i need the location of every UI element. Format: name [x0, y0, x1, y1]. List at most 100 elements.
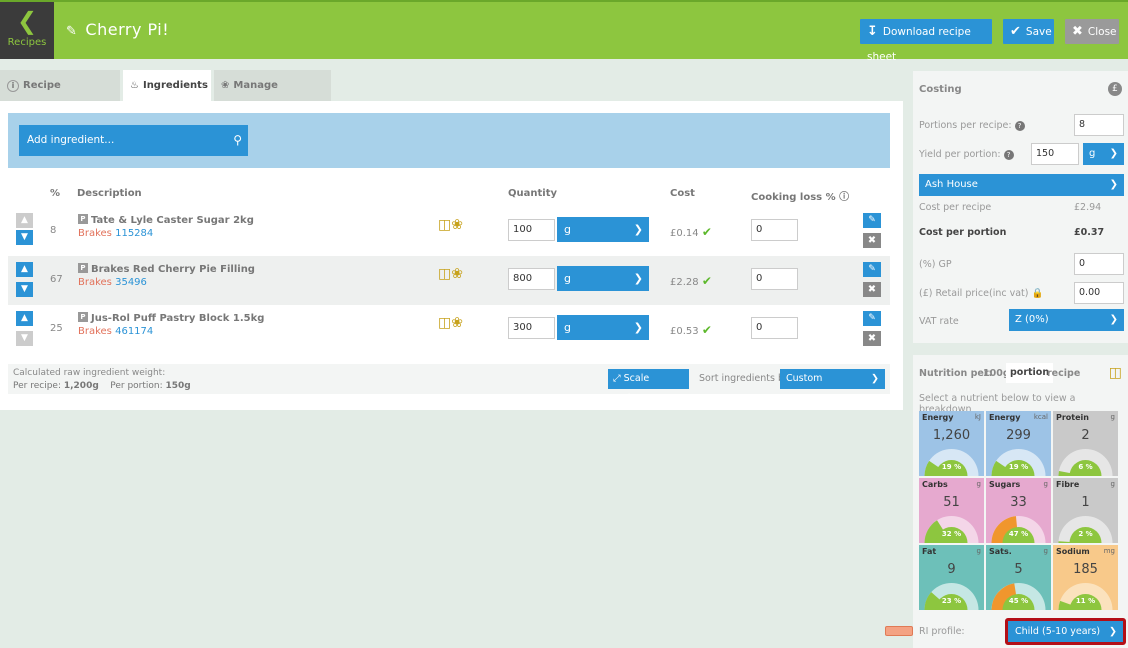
portions-input[interactable]: 8	[1074, 114, 1124, 136]
nutrient-tile-carbs-g[interactable]: Carbs g 51 32 %	[919, 478, 984, 543]
unit-value: g	[564, 272, 571, 285]
cooking-loss-input[interactable]: 0	[751, 268, 798, 290]
nutrient-tile-sugars-g[interactable]: Sugars g 33 47 %	[986, 478, 1051, 543]
yield-input[interactable]: 150	[1031, 143, 1079, 165]
gp-input[interactable]: 0	[1074, 253, 1124, 275]
nutrient-ri-percent: 47 %	[1008, 530, 1029, 538]
unit-select[interactable]: g ❯	[557, 266, 649, 291]
cost-per-portion-value: £0.37	[1074, 227, 1105, 238]
table-row: ▲ ▼ 25 P Jus-Rol Puff Pastry Block 1.5kg…	[8, 305, 890, 354]
nutrition-allergen-icons: ◫❀	[438, 217, 463, 233]
nutrition-icon: ◫	[1108, 365, 1122, 381]
nutrient-tile-fibre-g[interactable]: Fibre g 1 2 %	[1053, 478, 1118, 543]
nutrition-per-label: Nutrition per:	[919, 368, 993, 379]
ri-profile-select[interactable]: Child (5-10 years) ❯	[1005, 618, 1126, 645]
nutrient-tile-sats-g[interactable]: Sats. g 5 45 %	[986, 545, 1051, 610]
remove-button[interactable]: ✖	[863, 282, 881, 297]
portions-label-text: Portions per recipe:	[919, 120, 1012, 131]
edit-button[interactable]: ✎	[863, 262, 881, 277]
nutrient-tile-protein-g[interactable]: Protein g 2 6 %	[1053, 411, 1118, 476]
yield-unit-value: g	[1089, 148, 1096, 159]
move-up-button[interactable]: ▲	[16, 213, 33, 228]
supplier-code[interactable]: 35496	[115, 277, 147, 288]
close-icon: ✖	[1072, 24, 1083, 39]
help-icon[interactable]: ?	[1003, 149, 1014, 160]
quantity-input[interactable]: 300	[508, 317, 555, 339]
top-bar: ❮ Recipes ✎ Cherry Pi! ↧ Download recipe s…	[0, 0, 1128, 63]
weight-summary: Per recipe: 1,200g Per portion: 150g	[13, 381, 191, 391]
supplier-code[interactable]: 115284	[115, 228, 153, 239]
add-ingredient-input[interactable]: Add ingredient... ⚲	[19, 125, 248, 156]
remove-button[interactable]: ✖	[863, 233, 881, 248]
move-down-button[interactable]: ▼	[16, 331, 33, 346]
chevron-down-icon: ❯	[1109, 148, 1118, 159]
cooking-loss-label: Cooking loss %	[751, 192, 836, 203]
close-button[interactable]: ✖ Close	[1065, 19, 1119, 44]
help-icon[interactable]: ?	[1014, 120, 1025, 131]
move-down-button[interactable]: ▼	[16, 230, 33, 245]
nutrient-ri-percent: 19 %	[941, 463, 962, 471]
nutrient-ri-percent: 11 %	[1075, 597, 1096, 605]
cooking-loss-input[interactable]: 0	[751, 317, 798, 339]
unit-select[interactable]: g ❯	[557, 217, 649, 242]
ingredient-supplier: Brakes 115284	[78, 228, 153, 239]
nutrient-name: Protein	[1056, 413, 1089, 422]
portions-label: Portions per recipe:?	[919, 120, 1025, 131]
move-down-button[interactable]: ▼	[16, 282, 33, 297]
move-up-button[interactable]: ▲	[16, 311, 33, 326]
chevron-down-icon: ❯	[633, 321, 643, 334]
ingredient-name[interactable]: Tate & Lyle Caster Sugar 2kg	[91, 215, 254, 226]
tab-ingredients[interactable]: ♨ Ingredients	[123, 70, 211, 101]
nutrient-value: 33	[1010, 495, 1027, 510]
table-row: ▲ ▼ 8 P Tate & Lyle Caster Sugar 2kg Bra…	[8, 207, 890, 256]
nutrient-tile-energy-kj[interactable]: Energy kJ 1,260 19 %	[919, 411, 984, 476]
edit-button[interactable]: ✎	[863, 213, 881, 228]
supplier-code[interactable]: 461174	[115, 326, 153, 337]
ingredient-name[interactable]: Jus-Rol Puff Pastry Block 1.5kg	[91, 313, 264, 324]
chevron-down-icon: ❯	[633, 223, 643, 236]
ingredient-cost: £2.28 ✔	[670, 274, 712, 288]
ingredient-pct: 8	[50, 225, 57, 236]
cost-value: £0.14	[670, 228, 699, 239]
yield-unit-select[interactable]: g ❯	[1083, 143, 1124, 165]
retail-price-input[interactable]: 0.00	[1074, 282, 1124, 304]
per-recipe-value: 1,200g	[63, 381, 99, 391]
per-portion-value: 150g	[165, 381, 191, 391]
cost-per-recipe-label: Cost per recipe	[919, 202, 992, 213]
tab-recipe-information[interactable]: iRecipe information	[0, 70, 120, 122]
nutrient-tile-sodium-mg[interactable]: Sodium mg 185 11 %	[1053, 545, 1118, 610]
location-value: Ash House	[925, 179, 978, 190]
sort-select[interactable]: Custom ❯	[780, 369, 885, 389]
back-to-recipes-button[interactable]: ❮ Recipes	[0, 2, 54, 59]
nutrient-name: Fibre	[1056, 480, 1080, 489]
tab-manage-allergens[interactable]: ❀Manage allergens	[214, 70, 331, 122]
unit-select[interactable]: g ❯	[557, 315, 649, 340]
quantity-input[interactable]: 800	[508, 268, 555, 290]
vat-rate-select[interactable]: Z (0%) ❯	[1009, 309, 1124, 331]
pencil-icon: ✎	[868, 264, 876, 274]
page-title: ✎ Cherry Pi!	[66, 20, 169, 39]
download-recipe-sheet-button[interactable]: ↧ Download recipe sheet	[860, 19, 992, 63]
nutrient-ri-percent: 2 %	[1078, 530, 1093, 538]
column-header-cost: Cost	[670, 188, 695, 199]
ingredient-name[interactable]: Brakes Red Cherry Pie Filling	[91, 264, 255, 275]
nutrient-tile-energy-kcal[interactable]: Energy kcal 299 19 %	[986, 411, 1051, 476]
nutrition-panel: Nutrition per: 100g portion recipe ◫ Sel…	[913, 355, 1128, 648]
allergen-icon: ❀	[451, 266, 463, 282]
location-select[interactable]: Ash House ❯	[919, 174, 1124, 196]
quantity-input[interactable]: 100	[508, 219, 555, 241]
chevron-down-icon: ❯	[633, 272, 643, 285]
remove-button[interactable]: ✖	[863, 331, 881, 346]
nutrient-value: 9	[947, 562, 956, 577]
nutrient-tile-fat-g[interactable]: Fat g 9 23 %	[919, 545, 984, 610]
nutrition-icon: ◫	[438, 315, 452, 331]
nutrient-name: Sats.	[989, 547, 1012, 556]
product-icon: P	[78, 263, 88, 273]
save-button[interactable]: ✔ Save	[1003, 19, 1054, 44]
cooking-loss-input[interactable]: 0	[751, 219, 798, 241]
nutrition-option-recipe[interactable]: recipe	[1047, 368, 1080, 379]
move-up-button[interactable]: ▲	[16, 262, 33, 277]
scale-recipe-button[interactable]: ⤢ Scale recipe...	[608, 369, 689, 404]
nutrient-value: 185	[1073, 562, 1098, 577]
edit-button[interactable]: ✎	[863, 311, 881, 326]
